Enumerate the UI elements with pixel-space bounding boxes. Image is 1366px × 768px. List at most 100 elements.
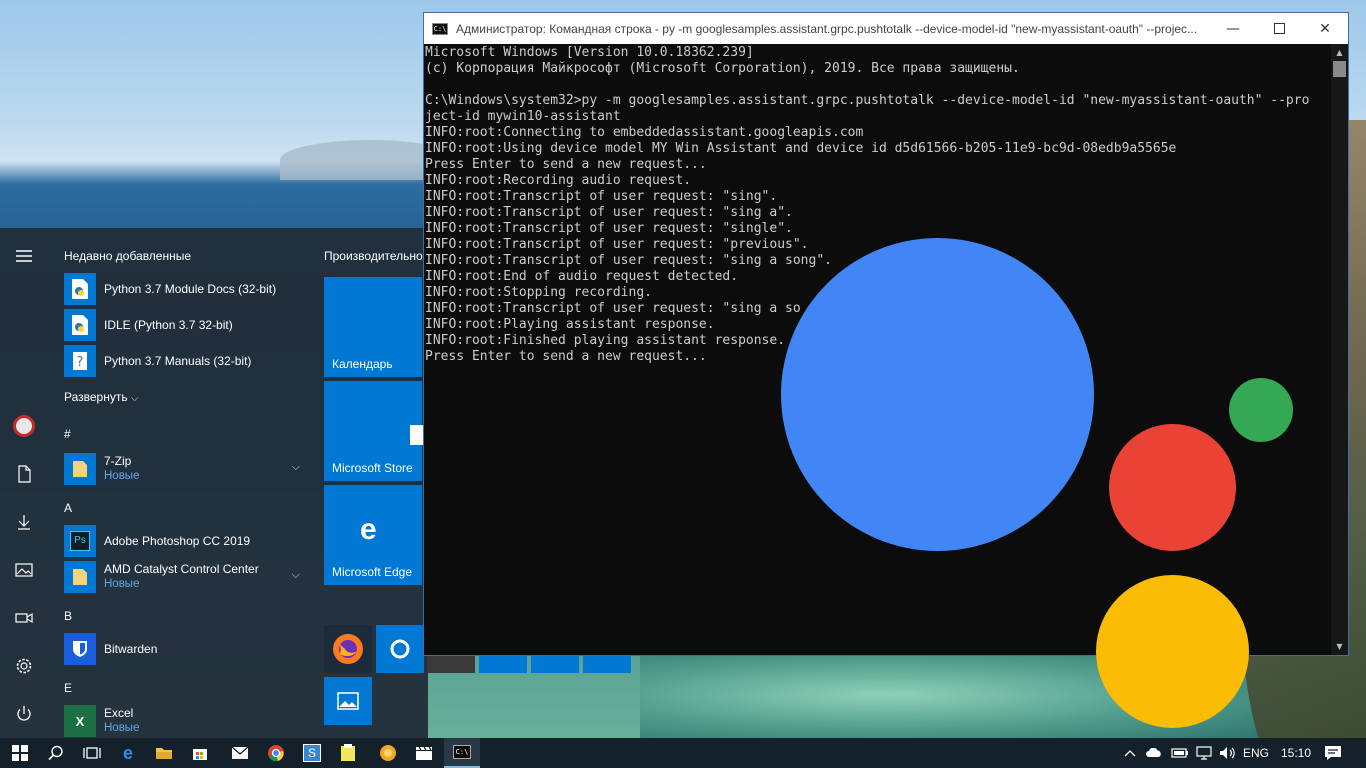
mail-icon: [231, 746, 249, 759]
app-name: Excel: [104, 706, 134, 720]
downloads-button[interactable]: [0, 502, 48, 542]
language-indicator[interactable]: ENG: [1240, 738, 1272, 768]
taskbar-store[interactable]: [182, 738, 218, 768]
hamburger-menu-button[interactable]: [0, 236, 48, 276]
expand-button[interactable]: Развернуть ⌵: [64, 390, 139, 404]
hamburger-icon: [16, 250, 32, 262]
photoshop-icon-text: Ps: [70, 531, 90, 551]
tiles-group-title[interactable]: Производительно: [324, 249, 423, 263]
cortana-icon: [390, 639, 410, 659]
app-item-amd-catalyst[interactable]: AMD Catalyst Control Center Новые ⌵: [64, 560, 308, 594]
app-item-excel[interactable]: X Excel Новые: [64, 704, 308, 738]
tile-cortana[interactable]: [376, 625, 424, 673]
app-new-label: Новые: [104, 722, 140, 734]
download-icon: [18, 515, 30, 530]
scroll-down-icon[interactable]: ▼: [1331, 638, 1348, 655]
app-item-bitwarden[interactable]: Bitwarden: [64, 632, 308, 666]
store-icon: [410, 425, 424, 445]
app-item-python-docs[interactable]: Python 3.7 Module Docs (32-bit): [64, 272, 308, 306]
taskbar: e S C:\ ENG 15:10: [0, 738, 1366, 768]
app-new-label: Новые: [104, 578, 140, 590]
onedrive-icon[interactable]: [1142, 738, 1166, 768]
taskbar-sway[interactable]: S: [294, 738, 330, 768]
battery-icon[interactable]: [1168, 738, 1192, 768]
tile-photos[interactable]: [324, 677, 372, 725]
taskbar-file-explorer[interactable]: [146, 738, 182, 768]
avatar: [13, 415, 35, 437]
group-letter-hash[interactable]: #: [64, 427, 71, 441]
app-name: Adobe Photoshop CC 2019: [104, 533, 251, 548]
hidden-tile: [479, 655, 527, 673]
power-icon: [17, 706, 31, 721]
assistant-dot-yellow: [1096, 575, 1249, 728]
taskbar-app-orange[interactable]: [370, 738, 406, 768]
tile-label: Microsoft Edge: [332, 565, 413, 579]
settings-button[interactable]: [0, 646, 48, 686]
tile-microsoft-edge[interactable]: e Microsoft Edge: [324, 485, 422, 585]
group-letter-b[interactable]: B: [64, 609, 72, 623]
maximize-icon: [1273, 23, 1285, 34]
python-docs-icon: [64, 273, 96, 305]
scroll-up-icon[interactable]: ▲: [1331, 44, 1348, 61]
documents-button[interactable]: [0, 454, 48, 494]
search-button[interactable]: [38, 738, 74, 768]
edge-icon: e: [122, 742, 133, 763]
taskbar-mail[interactable]: [222, 738, 258, 768]
app-name: Python 3.7 Module Docs (32-bit): [104, 281, 277, 296]
hidden-tile: [427, 655, 475, 673]
tile-firefox[interactable]: [324, 625, 372, 673]
close-button[interactable]: ✕: [1302, 13, 1348, 44]
action-center-button[interactable]: [1318, 738, 1348, 768]
chrome-icon: [268, 745, 284, 762]
start-button[interactable]: [2, 738, 38, 768]
clock[interactable]: 15:10: [1274, 738, 1318, 768]
pictures-button[interactable]: [0, 550, 48, 590]
app-item-python-manuals[interactable]: ? Python 3.7 Manuals (32-bit): [64, 344, 308, 378]
tile-microsoft-store[interactable]: Microsoft Store: [324, 381, 424, 481]
console-line: ject-id mywin10-assistant: [425, 109, 621, 124]
taskbar-chrome[interactable]: [258, 738, 294, 768]
tile-calendar[interactable]: Календарь: [324, 277, 422, 377]
taskbar-clapper[interactable]: [406, 738, 442, 768]
chevron-down-icon[interactable]: ⌵: [292, 569, 300, 582]
display-icon[interactable]: [1192, 738, 1216, 768]
user-account-button[interactable]: [0, 406, 48, 446]
document-icon: [18, 465, 31, 483]
edge-icon: e: [360, 513, 377, 546]
expand-label: Развернуть: [64, 390, 128, 404]
console-line: INFO:root:Recording audio request.: [425, 173, 692, 188]
console-scrollbar[interactable]: ▲ ▼: [1331, 44, 1348, 655]
task-view-button[interactable]: [74, 738, 110, 768]
app-name: IDLE (Python 3.7 32-bit): [104, 317, 233, 332]
hidden-tile: [531, 655, 579, 673]
app-item-7zip[interactable]: 7-Zip Новые ⌵: [64, 452, 308, 486]
maximize-button[interactable]: [1256, 13, 1302, 44]
cmd-icon: C:\: [453, 745, 471, 759]
hidden-tile: [583, 655, 631, 673]
minimize-button[interactable]: —: [1210, 13, 1256, 44]
taskbar-sticky-notes[interactable]: [330, 738, 366, 768]
group-letter-a[interactable]: A: [64, 501, 72, 515]
scrollbar-thumb[interactable]: [1333, 61, 1346, 77]
clapperboard-icon: [416, 746, 432, 760]
chevron-down-icon[interactable]: ⌵: [292, 461, 300, 474]
chevron-down-icon: ⌵: [130, 393, 139, 404]
console-line: (c) Корпорация Майкрософт (Microsoft Cor…: [425, 61, 1020, 76]
taskbar-edge[interactable]: e: [110, 738, 146, 768]
console-line: Press Enter to send a new request...: [425, 157, 707, 172]
orange-circle-icon: [380, 745, 396, 761]
bitwarden-icon: [64, 633, 96, 665]
app-item-python-idle[interactable]: IDLE (Python 3.7 32-bit): [64, 308, 308, 342]
console-titlebar[interactable]: C:\ Администратор: Командная строка - py…: [424, 13, 1348, 44]
tile-label: Microsoft Store: [332, 461, 413, 475]
taskbar-cmd[interactable]: C:\: [444, 738, 480, 768]
app-name: 7-Zip: [104, 454, 132, 468]
app-item-photoshop[interactable]: Ps Adobe Photoshop CC 2019: [64, 524, 308, 558]
group-letter-e[interactable]: E: [64, 681, 72, 695]
volume-icon[interactable]: [1216, 738, 1240, 768]
videos-button[interactable]: [0, 598, 48, 638]
search-icon: [48, 745, 63, 761]
tray-overflow-chevron-icon[interactable]: [1120, 738, 1140, 768]
power-button[interactable]: [0, 694, 48, 734]
start-menu: Недавно добавленные Python 3.7 Module Do…: [0, 228, 428, 738]
